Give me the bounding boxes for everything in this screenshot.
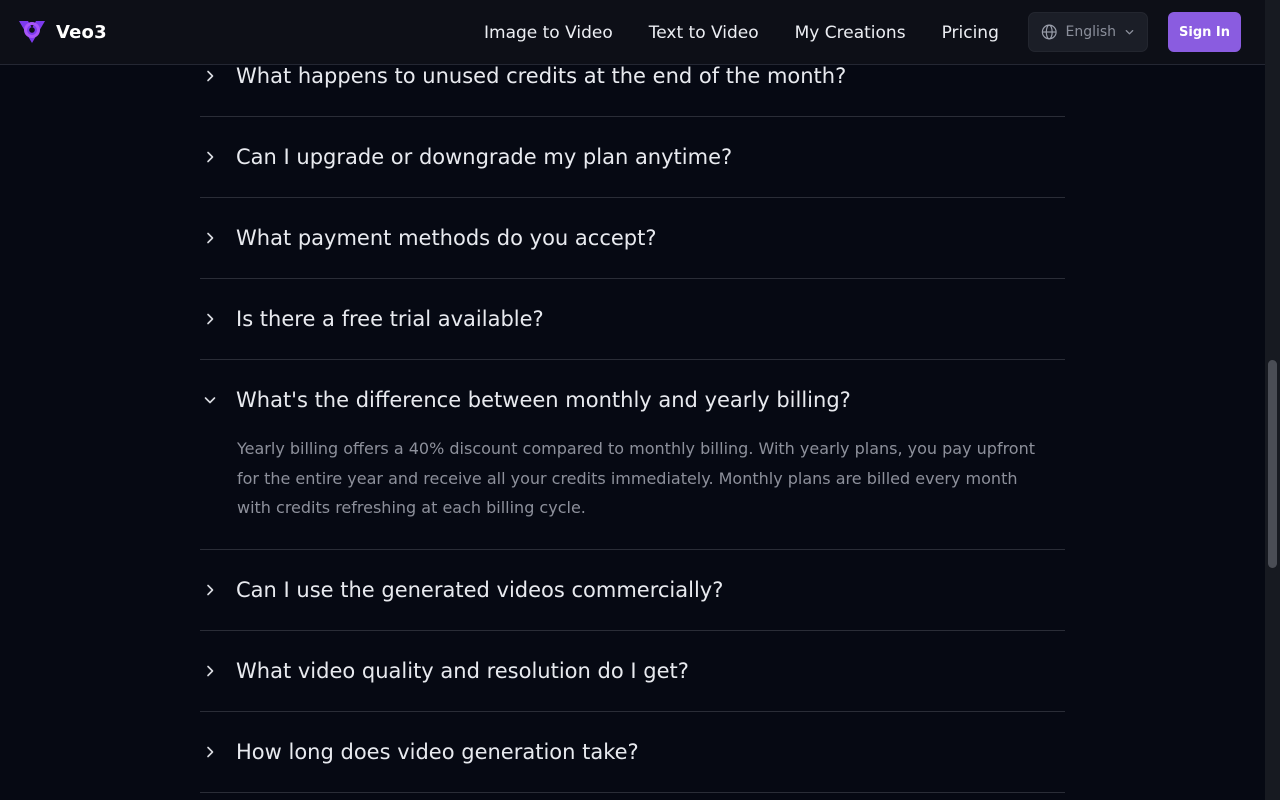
faq-question-toggle[interactable]: Can I use the generated videos commercia… [200,550,1065,630]
sign-in-button[interactable]: Sign In [1168,12,1241,52]
nav-my-creations[interactable]: My Creations [777,23,924,43]
faq-item: Can I upgrade or downgrade my plan anyti… [200,117,1065,198]
language-select[interactable]: English [1028,12,1148,52]
faq-list: What happens to unused credits at the en… [200,36,1065,793]
faq-question: What happens to unused credits at the en… [236,64,847,88]
faq-answer: Yearly billing offers a 40% discount com… [237,439,1036,517]
main-nav: Image to Video Text to Video My Creation… [466,0,1017,65]
faq-question: What's the difference between monthly an… [236,388,851,412]
veo3-logo-icon [19,21,45,43]
globe-icon [1041,24,1057,40]
faq-item: How long does video generation take? [200,712,1065,793]
language-label: English [1065,24,1117,40]
nav-text-to-video[interactable]: Text to Video [631,23,777,43]
chevron-right-icon [200,712,236,792]
faq-question: Is there a free trial available? [236,307,544,331]
faq-question: How long does video generation take? [236,739,639,764]
nav-image-to-video[interactable]: Image to Video [466,23,631,43]
faq-question-toggle[interactable]: How long does video generation take? [200,712,1065,792]
faq-question-toggle[interactable]: What's the difference between monthly an… [200,360,1065,440]
faq-question-toggle[interactable]: Is there a free trial available? [200,279,1065,359]
page-scrollbar[interactable] [1265,0,1280,800]
chevron-right-icon [200,117,236,197]
faq-question-toggle[interactable]: Can I upgrade or downgrade my plan anyti… [200,117,1065,197]
brand-logo[interactable]: Veo3 [18,19,107,45]
faq-question: What video quality and resolution do I g… [236,658,689,683]
scrollbar-thumb[interactable] [1268,360,1277,568]
chevron-right-icon [200,279,236,359]
faq-item: Is there a free trial available? [200,279,1065,360]
chevron-down-icon [200,360,236,440]
chevron-right-icon [200,631,236,711]
faq-item: Can I use the generated videos commercia… [200,550,1065,631]
faq-question-toggle[interactable]: What video quality and resolution do I g… [200,631,1065,711]
page: Veo3 Image to Video Text to Video My Cre… [0,0,1280,800]
top-navbar: Veo3 Image to Video Text to Video My Cre… [0,0,1265,65]
nav-pricing[interactable]: Pricing [924,23,1017,43]
brand-name: Veo3 [56,21,107,43]
faq-item-expanded: What's the difference between monthly an… [200,360,1065,550]
faq-question: What payment methods do you accept? [236,226,657,250]
faq-item: What video quality and resolution do I g… [200,631,1065,712]
faq-item: What payment methods do you accept? [200,198,1065,279]
chevron-down-icon [1125,29,1134,35]
faq-question-toggle[interactable]: What payment methods do you accept? [200,198,1065,278]
faq-question: Can I use the generated videos commercia… [236,577,724,602]
chevron-right-icon [200,550,236,630]
chevron-right-icon [200,198,236,278]
faq-question: Can I upgrade or downgrade my plan anyti… [236,145,733,169]
